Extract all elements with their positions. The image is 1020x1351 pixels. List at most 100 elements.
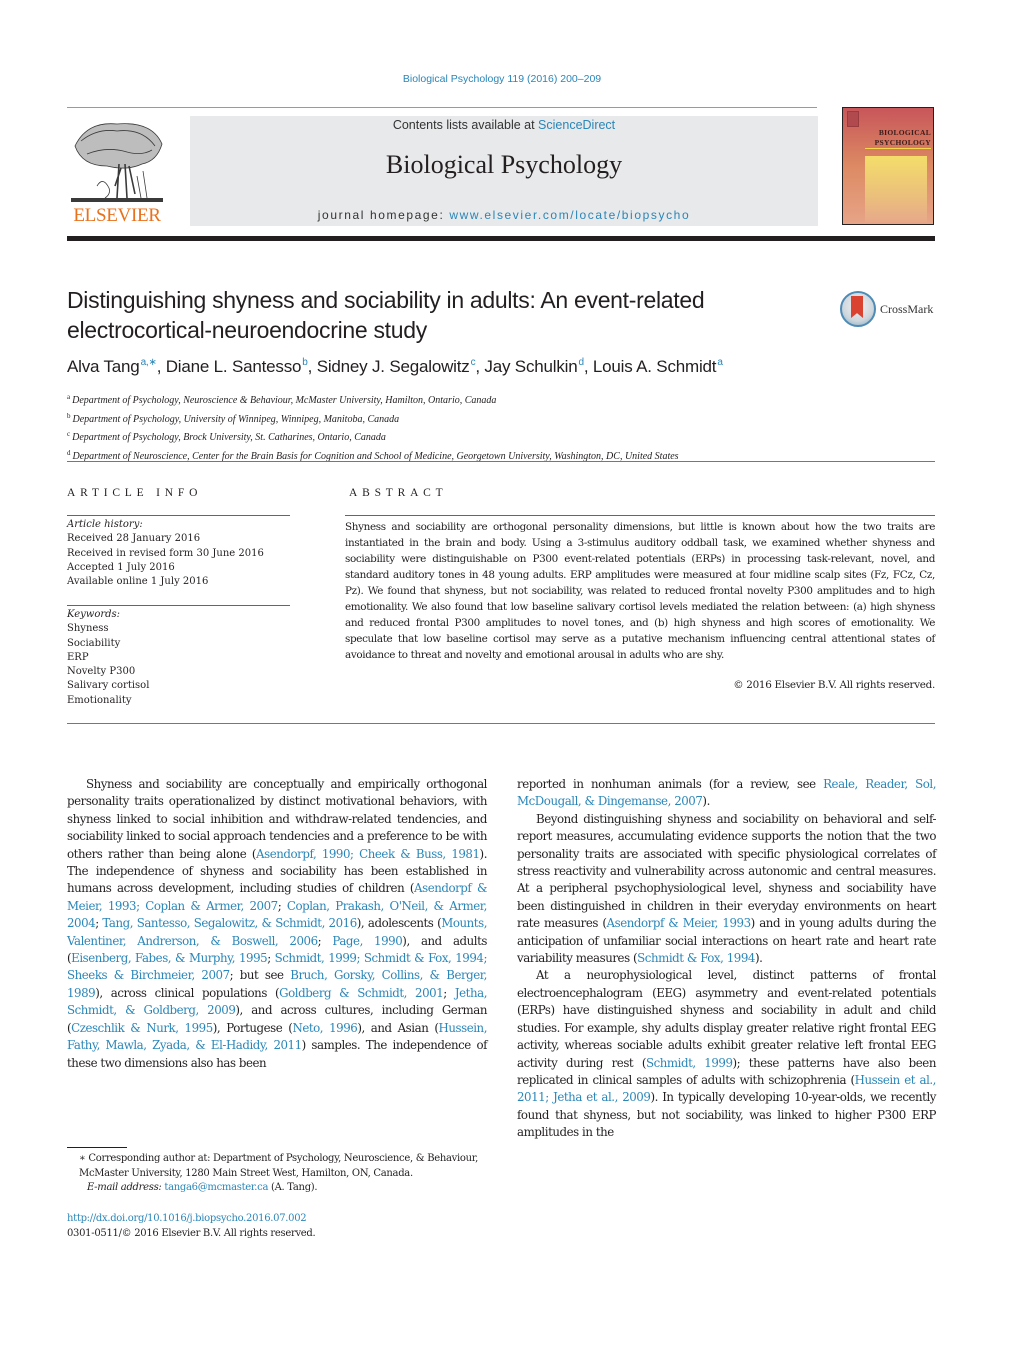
affiliation-item: a Department of Psychology, Neuroscience …: [67, 390, 927, 409]
crossmark-button[interactable]: CrossMark: [840, 291, 940, 331]
article-info-heading: ARTICLE INFO: [67, 487, 203, 499]
author-name[interactable]: Alva Tang: [67, 357, 140, 376]
cover-panel: [865, 156, 927, 222]
keyword-item: ERP: [67, 651, 89, 663]
body-text: ), and Asian (: [357, 1020, 439, 1035]
homepage-prefix: journal homepage:: [317, 208, 450, 222]
keyword-item: Shyness: [67, 623, 109, 635]
citation-link[interactable]: Neto, 1996: [292, 1021, 357, 1035]
affiliation-text: Department of Psychology, Neuroscience &…: [72, 395, 497, 406]
author-affiliation-marker[interactable]: a: [717, 357, 723, 368]
body-text: Beyond distinguishing shyness and sociab…: [517, 811, 936, 931]
body-paragraph: Beyond distinguishing shyness and sociab…: [517, 811, 936, 968]
elsevier-tree-icon: [71, 123, 163, 202]
body-text: ;: [443, 985, 455, 1000]
body-text: reported in nonhuman animals (for a revi…: [517, 777, 824, 791]
elsevier-wordmark: ELSEVIER: [73, 205, 161, 226]
author-name[interactable]: Louis A. Schmidt: [593, 357, 717, 376]
author-affiliation-marker[interactable]: d: [578, 357, 584, 368]
cover-elsevier-emblem-icon: [847, 111, 859, 127]
affiliation-item: c Department of Psychology, Brock Univers…: [67, 427, 927, 446]
body-column-right: reported in nonhuman animals (for a revi…: [517, 776, 936, 1142]
body-text: ; but see: [229, 968, 291, 983]
cover-title-line1: BIOLOGICAL: [878, 128, 931, 137]
keywords: Keywords: Shyness Sociability ERP Novelt…: [67, 608, 307, 708]
article-info-rule: [67, 515, 290, 516]
affiliation-text: Department of Neuroscience, Center for t…: [72, 450, 679, 462]
email-line: E-mail address: tanga6@mcmaster.ca (A. T…: [67, 1181, 487, 1196]
citation-link[interactable]: Page, 1990: [332, 934, 402, 948]
doi-block: http://dx.doi.org/10.1016/j.biopsycho.20…: [67, 1212, 487, 1241]
doi-link[interactable]: http://dx.doi.org/10.1016/j.biopsycho.20…: [67, 1212, 487, 1227]
history-item: Accepted 1 July 2016: [67, 561, 175, 573]
citation-link[interactable]: Asendorpf & Meier, 1993: [607, 916, 752, 930]
keywords-rule: [67, 605, 290, 606]
author-affiliation-marker[interactable]: a,∗: [141, 357, 157, 368]
body-column-left: Shyness and sociability are conceptually…: [67, 776, 487, 1072]
footnote-marker: ∗: [79, 1153, 86, 1164]
cover-title-line2: PSYCHOLOGY: [874, 138, 931, 147]
contents-prefix: Contents lists available at: [392, 118, 539, 132]
journal-citation-link[interactable]: Biological Psychology 119 (2016) 200–209: [0, 73, 1004, 85]
abstract-heading: ABSTRACT: [349, 487, 448, 499]
body-paragraph: reported in nonhuman animals (for a revi…: [517, 776, 936, 811]
abstract-rule: [345, 515, 935, 516]
affiliation-text: Department of Psychology, University of …: [72, 413, 400, 425]
header-rule: [67, 107, 817, 108]
keywords-label: Keywords:: [67, 609, 121, 620]
citation-link[interactable]: Schmidt & Fox, 1994: [637, 951, 755, 965]
cover-divider: [865, 148, 931, 149]
journal-masthead: Contents lists available at ScienceDirec…: [190, 116, 818, 226]
body-paragraph: At a neurophysiological level, distinct …: [517, 967, 936, 1141]
abstract-text: Shyness and sociability are orthogonal p…: [345, 521, 935, 661]
body-text: ), across clinical populations (: [95, 985, 280, 1000]
keyword-item: Sociability: [67, 637, 121, 649]
author-name[interactable]: Jay Schulkin: [484, 357, 577, 376]
sciencedirect-link[interactable]: ScienceDirect: [538, 118, 615, 132]
history-item: Received 28 January 2016: [67, 533, 201, 545]
history-label: Article history:: [67, 519, 143, 530]
affiliation-text: Department of Psychology, Brock Universi…: [72, 432, 386, 443]
body-text: ;: [267, 951, 275, 966]
keyword-item: Emotionality: [67, 694, 132, 706]
history-item: Available online 1 July 2016: [67, 576, 209, 588]
homepage-link[interactable]: www.elsevier.com/locate/biopsycho: [449, 208, 690, 222]
body-text: ;: [277, 898, 287, 913]
author-affiliation-marker[interactable]: c: [471, 357, 476, 368]
cover-title: BIOLOGICAL PSYCHOLOGY: [849, 128, 931, 148]
author-name[interactable]: Diane L. Santesso: [166, 357, 302, 376]
body-paragraph: Shyness and sociability are conceptually…: [67, 776, 487, 1072]
contents-line: Contents lists available at ScienceDirec…: [190, 118, 818, 132]
author-affiliation-marker[interactable]: b: [302, 357, 308, 368]
affiliation-key: b: [67, 411, 71, 420]
corresponding-author-footnote: ∗ Corresponding author at: Department of…: [67, 1152, 487, 1196]
body-text: ).: [702, 794, 710, 809]
citation-link[interactable]: Tang, Santesso, Segalowitz, & Schmidt, 2…: [102, 916, 357, 930]
affiliations: a Department of Psychology, Neuroscience …: [67, 390, 927, 464]
affiliation-key: a: [67, 393, 71, 401]
keyword-item: Salivary cortisol: [67, 680, 150, 692]
email-link[interactable]: tanga6@mcmaster.ca: [164, 1182, 268, 1193]
citation-link[interactable]: Goldberg & Schmidt, 2001: [279, 986, 444, 1000]
journal-cover-thumbnail[interactable]: BIOLOGICAL PSYCHOLOGY: [842, 107, 934, 225]
section-rule: [67, 461, 935, 462]
elsevier-logo[interactable]: ELSEVIER: [67, 116, 167, 228]
journal-homepage: journal homepage: www.elsevier.com/locat…: [190, 208, 818, 222]
email-label: E-mail address:: [87, 1182, 162, 1193]
crossmark-label: CrossMark: [880, 302, 934, 316]
citation-link[interactable]: Asendorpf, 1990; Cheek & Buss, 1981: [256, 847, 480, 861]
citation-link[interactable]: Schmidt, 1999: [646, 1056, 733, 1070]
citation-link[interactable]: Czeschlik & Nurk, 1995: [71, 1021, 213, 1035]
body-text: ), adolescents (: [356, 916, 442, 931]
body-text: ;: [317, 933, 333, 948]
footnote-rule: [67, 1147, 127, 1148]
email-suffix: (A. Tang).: [268, 1182, 318, 1193]
affiliation-key: c: [67, 430, 71, 438]
citation-link[interactable]: Eisenberg, Fabes, & Murphy, 1995: [71, 951, 268, 965]
history-item: Received in revised form 30 June 2016: [67, 547, 264, 559]
article-title: Distinguishing shyness and sociability i…: [67, 287, 705, 343]
affiliation-key: d: [67, 448, 71, 457]
author-name[interactable]: Sidney J. Segalowitz: [317, 357, 470, 376]
body-text: At a neurophysiological level, distinct …: [517, 968, 936, 1070]
issn-copyright: 0301-0511/© 2016 Elsevier B.V. All right…: [67, 1227, 316, 1239]
